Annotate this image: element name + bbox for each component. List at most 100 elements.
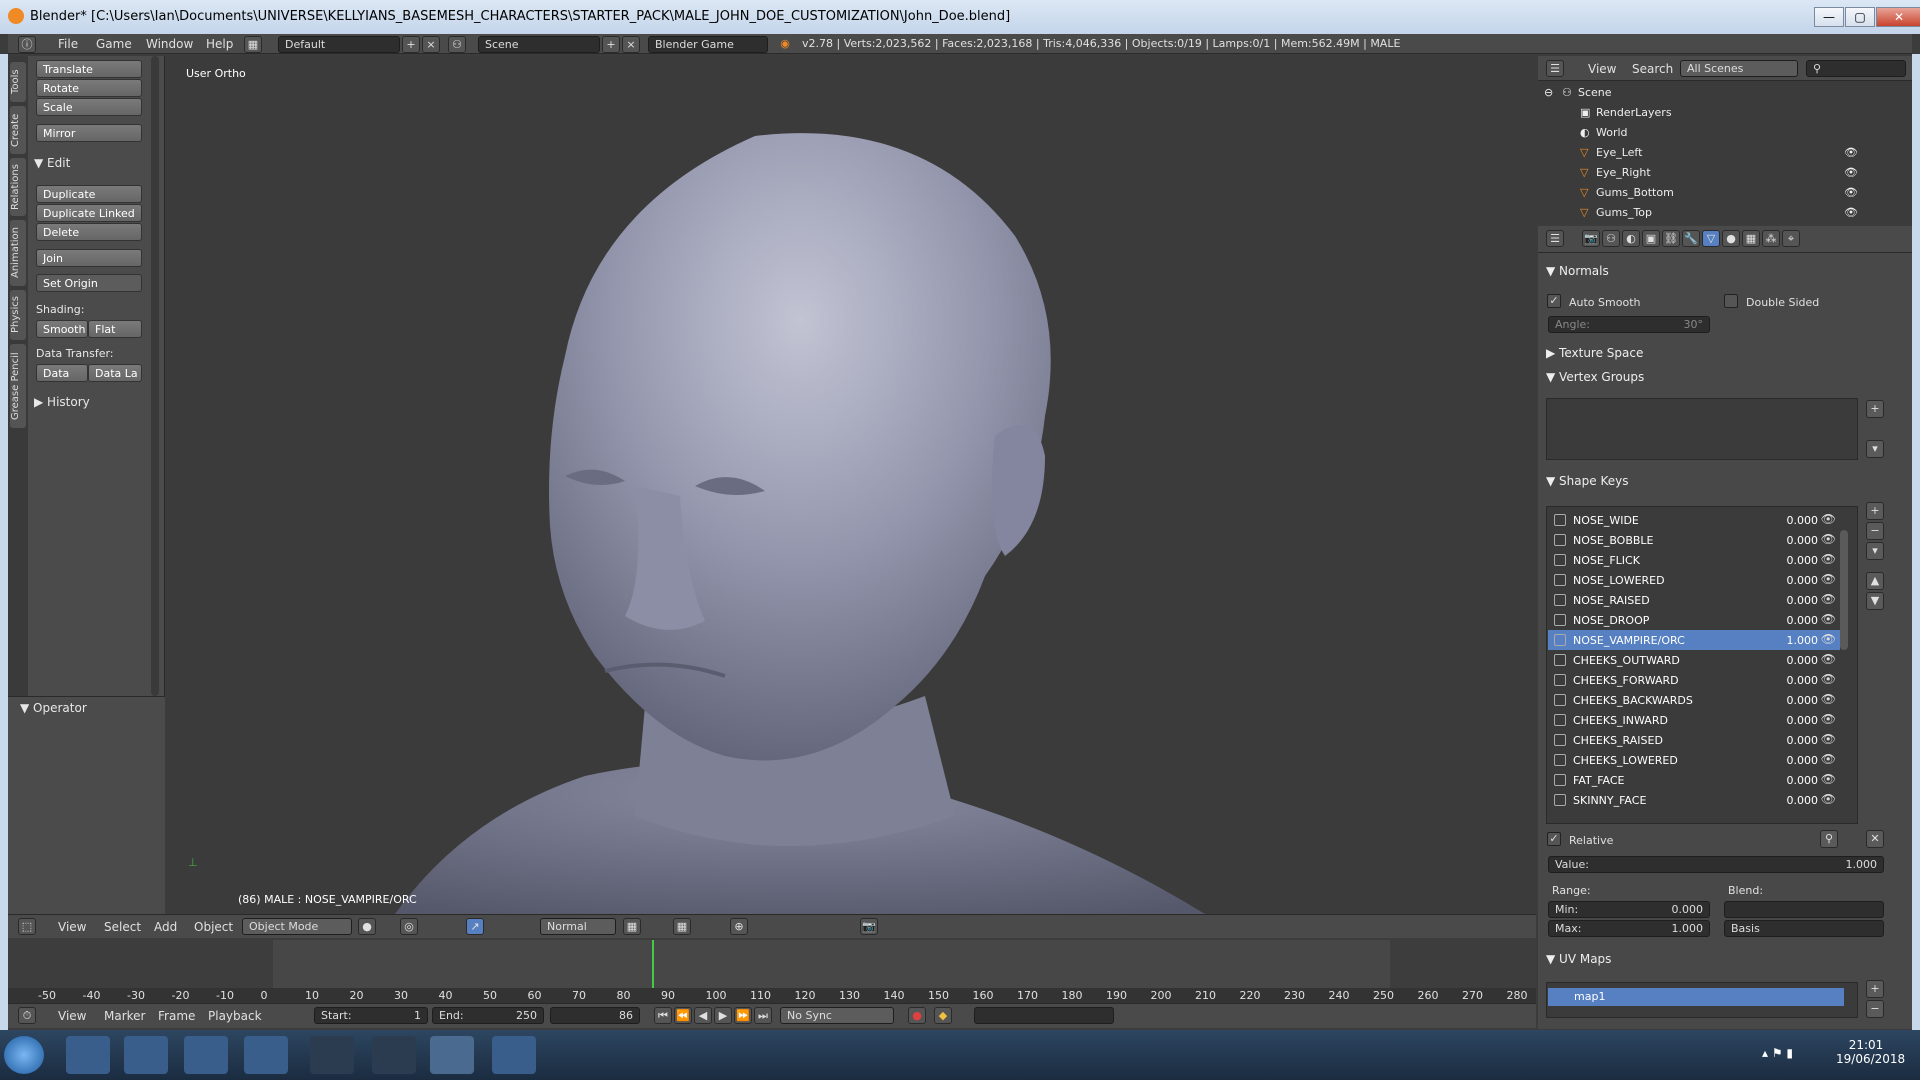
visibility-eye-icon[interactable]: 👁 bbox=[1821, 732, 1836, 746]
shape-key-row[interactable]: CHEEKS_LOWERED 0.000 👁 bbox=[1548, 750, 1840, 770]
translate-button[interactable]: Translate bbox=[36, 60, 142, 78]
minimize-button[interactable]: — bbox=[1814, 7, 1844, 27]
engine-select[interactable]: Blender Game bbox=[648, 36, 768, 53]
scale-button[interactable]: Scale bbox=[36, 98, 142, 116]
visibility-eye-icon[interactable]: 👁 bbox=[1821, 572, 1836, 586]
data-tab-icon[interactable]: ▽ bbox=[1702, 230, 1720, 247]
menu-object[interactable]: Object bbox=[194, 920, 233, 934]
outliner-item-world[interactable]: ◐ World bbox=[1538, 123, 1898, 143]
end-frame-field[interactable]: End: 250 bbox=[432, 1007, 544, 1024]
shape-key-row[interactable]: CHEEKS_OUTWARD 0.000 👁 bbox=[1548, 650, 1840, 670]
render-icon[interactable]: 📷 bbox=[860, 918, 878, 935]
shape-key-row[interactable]: CHEEKS_BACKWARDS 0.000 👁 bbox=[1548, 690, 1840, 710]
display-mode-select[interactable]: All Scenes bbox=[1680, 60, 1798, 77]
outliner-item-renderlayers[interactable]: ▣ RenderLayers bbox=[1538, 103, 1898, 123]
smooth-button[interactable]: Smooth bbox=[36, 320, 88, 338]
visibility-eye-icon[interactable]: 👁 bbox=[1844, 166, 1858, 179]
shape-key-row[interactable]: FAT_FACE 0.000 👁 bbox=[1548, 770, 1840, 790]
outliner-item-gums-top[interactable]: ▽ Gums_Top 👁 bbox=[1538, 203, 1898, 223]
move-shape-key-down-button[interactable]: ▼ bbox=[1866, 592, 1884, 610]
record-icon[interactable]: ● bbox=[908, 1007, 926, 1024]
3d-viewport[interactable] bbox=[165, 56, 1537, 914]
uv-maps-panel-header[interactable]: ▼ UV Maps bbox=[1546, 952, 1611, 966]
visibility-eye-icon[interactable]: 👁 bbox=[1844, 146, 1858, 159]
operator-panel-header[interactable]: ▼ Operator bbox=[20, 701, 87, 715]
angle-field[interactable]: Angle: 30° bbox=[1548, 316, 1710, 333]
keying-set-field[interactable] bbox=[974, 1007, 1114, 1024]
add-screen-icon[interactable]: + bbox=[402, 36, 420, 53]
menu-view[interactable]: View bbox=[58, 920, 86, 934]
shape-key-row[interactable]: NOSE_WIDE 0.000 👁 bbox=[1548, 510, 1840, 530]
screen-layout-icon[interactable]: ▦ bbox=[244, 36, 262, 53]
shape-key-row[interactable]: CHEEKS_INWARD 0.000 👁 bbox=[1548, 710, 1840, 730]
media-player-icon[interactable] bbox=[244, 1036, 288, 1074]
menu-game[interactable]: Game bbox=[96, 37, 132, 51]
vertex-groups-panel-header[interactable]: ▼ Vertex Groups bbox=[1546, 370, 1644, 384]
menu-view[interactable]: View bbox=[58, 1009, 86, 1023]
shape-key-row[interactable]: NOSE_VAMPIRE/ORC 1.000 👁 bbox=[1548, 630, 1840, 650]
shape-key-row[interactable]: NOSE_FLICK 0.000 👁 bbox=[1548, 550, 1840, 570]
max-field[interactable]: Max: 1.000 bbox=[1548, 920, 1710, 937]
keying-icon[interactable]: ◆ bbox=[934, 1007, 952, 1024]
add-shape-key-button[interactable]: + bbox=[1866, 502, 1884, 520]
rotate-button[interactable]: Rotate bbox=[36, 79, 142, 97]
flat-button[interactable]: Flat bbox=[88, 320, 142, 338]
obs-icon[interactable] bbox=[372, 1036, 416, 1074]
double-sided-checkbox[interactable] bbox=[1724, 294, 1738, 308]
maximize-button[interactable]: ▢ bbox=[1845, 7, 1875, 27]
prev-keyframe-icon[interactable]: ⏪ bbox=[674, 1007, 692, 1024]
app-icon[interactable] bbox=[310, 1036, 354, 1074]
head-model[interactable] bbox=[165, 56, 1537, 914]
layers-2-icon[interactable]: ▦ bbox=[673, 918, 691, 935]
particles-tab-icon[interactable]: ⁂ bbox=[1762, 230, 1780, 247]
tab-grease-pencil[interactable]: Grease Pencil bbox=[10, 344, 26, 428]
shape-key-row[interactable]: NOSE_RAISED 0.000 👁 bbox=[1548, 590, 1840, 610]
shape-key-value[interactable]: 0.000 bbox=[1787, 574, 1819, 587]
shape-key-row[interactable]: CHEEKS_RAISED 0.000 👁 bbox=[1548, 730, 1840, 750]
visibility-eye-icon[interactable]: 👁 bbox=[1821, 532, 1836, 546]
visibility-eye-icon[interactable]: 👁 bbox=[1821, 752, 1836, 766]
remove-scene-icon[interactable]: × bbox=[622, 36, 640, 53]
shape-key-value[interactable]: 0.000 bbox=[1787, 514, 1819, 527]
texture-space-panel-header[interactable]: ▶ Texture Space bbox=[1546, 346, 1643, 360]
vertex-groups-list[interactable] bbox=[1546, 398, 1858, 460]
edit-panel-header[interactable]: ▼ Edit bbox=[34, 156, 70, 170]
play-icon[interactable]: ▶ bbox=[714, 1007, 732, 1024]
menu-select[interactable]: Select bbox=[104, 920, 141, 934]
join-button[interactable]: Join bbox=[36, 249, 142, 267]
tab-relations[interactable]: Relations bbox=[10, 158, 26, 216]
physics-tab-icon[interactable]: ⌖ bbox=[1782, 230, 1800, 247]
visibility-eye-icon[interactable]: 👁 bbox=[1821, 512, 1836, 526]
visibility-eye-icon[interactable]: 👁 bbox=[1821, 552, 1836, 566]
history-panel-header[interactable]: ▶ History bbox=[34, 395, 90, 409]
mode-select[interactable]: Object Mode bbox=[242, 918, 352, 935]
world-tab-icon[interactable]: ◐ bbox=[1622, 230, 1640, 247]
clock[interactable]: 21:01 19/06/2018 bbox=[1836, 1038, 1905, 1066]
jump-start-icon[interactable]: ⏮ bbox=[654, 1007, 672, 1024]
data-button[interactable]: Data bbox=[36, 364, 88, 382]
duplicate-linked-button[interactable]: Duplicate Linked bbox=[36, 204, 142, 222]
snap-icon[interactable]: ⊕ bbox=[730, 918, 748, 935]
outliner-search-input[interactable]: ⚲ bbox=[1806, 60, 1906, 77]
start-frame-field[interactable]: Start: 1 bbox=[314, 1007, 428, 1024]
shape-key-value[interactable]: 0.000 bbox=[1787, 774, 1819, 787]
close-button[interactable]: ✕ bbox=[1876, 7, 1920, 27]
editor-type-icon[interactable]: ☰ bbox=[1546, 230, 1564, 247]
shape-key-value[interactable]: 0.000 bbox=[1787, 674, 1819, 687]
visibility-eye-icon[interactable]: 👁 bbox=[1821, 632, 1836, 646]
visibility-eye-icon[interactable]: 👁 bbox=[1821, 672, 1836, 686]
menu-file[interactable]: File bbox=[58, 37, 78, 51]
uv-map-item[interactable]: map1 bbox=[1548, 988, 1844, 1006]
material-tab-icon[interactable]: ● bbox=[1722, 230, 1740, 247]
relative-checkbox[interactable]: ✓ bbox=[1547, 832, 1561, 846]
shape-key-value[interactable]: 0.000 bbox=[1787, 734, 1819, 747]
visibility-eye-icon[interactable]: 👁 bbox=[1844, 186, 1858, 199]
shape-keys-panel-header[interactable]: ▼ Shape Keys bbox=[1546, 474, 1628, 488]
shape-key-value[interactable]: 0.000 bbox=[1787, 754, 1819, 767]
clear-shape-key-button[interactable]: ✕ bbox=[1866, 830, 1884, 848]
menu-frame[interactable]: Frame bbox=[158, 1009, 195, 1023]
jump-end-icon[interactable]: ⏭ bbox=[754, 1007, 772, 1024]
chrome-icon[interactable] bbox=[184, 1036, 228, 1074]
scene-tab-icon[interactable]: ⚇ bbox=[1602, 230, 1620, 247]
shape-key-row[interactable]: SKINNY_FACE 0.000 👁 bbox=[1548, 790, 1840, 810]
